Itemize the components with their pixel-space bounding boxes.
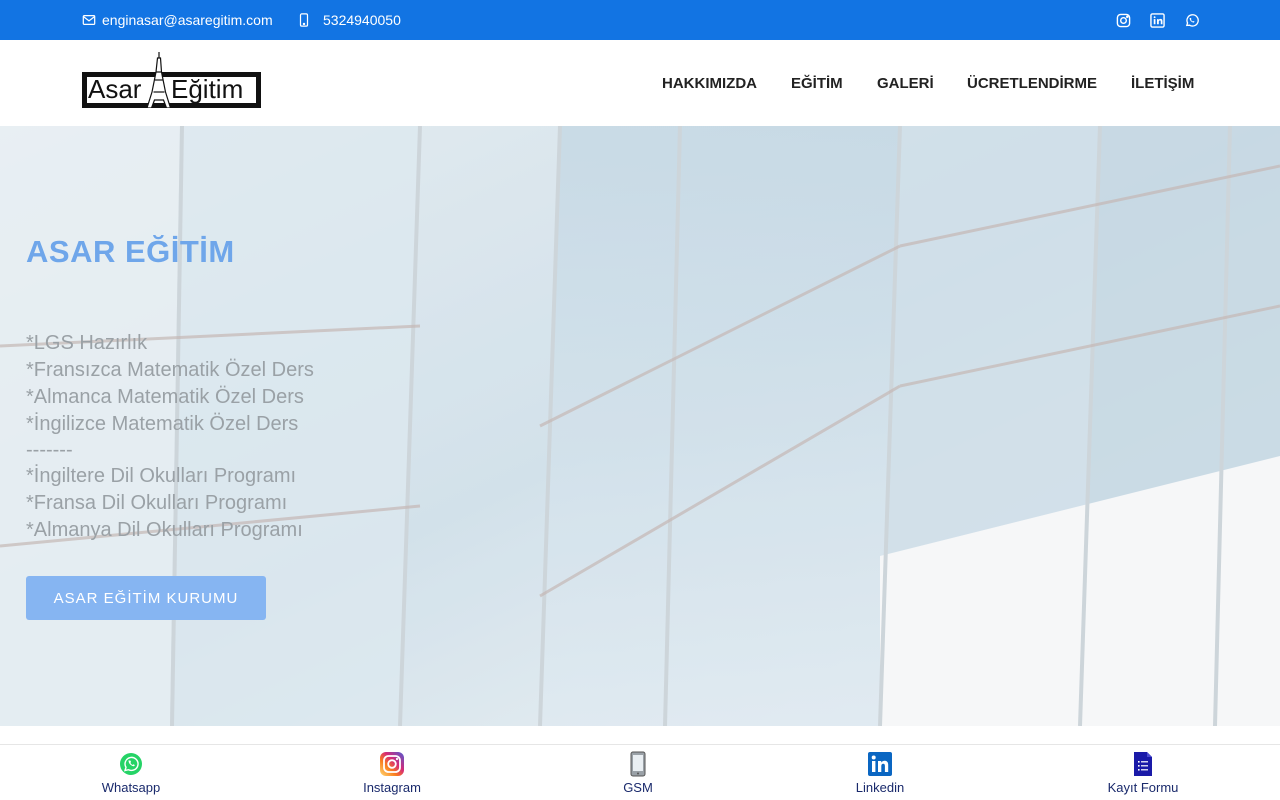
- bottom-gsm-button[interactable]: GSM: [568, 751, 708, 799]
- whatsapp-icon[interactable]: [1182, 11, 1200, 29]
- site-header: Asar Eğitim HAKKIMIZDA EĞİTİM GALERİ ÜCR…: [0, 40, 1280, 126]
- mobile-icon: [299, 13, 309, 27]
- bottom-item-label: Whatsapp: [101, 780, 161, 795]
- form-icon: [1130, 751, 1156, 777]
- email-link[interactable]: enginasar@asaregitim.com: [82, 0, 273, 40]
- bottom-item-label: GSM: [623, 780, 653, 795]
- nav-ucretlendirme[interactable]: ÜCRETLENDİRME: [967, 40, 1097, 126]
- logo-word-right: Eğitim: [171, 74, 244, 104]
- hero-section: ASAR EĞİTİM *LGS Hazırlık *Fransızca Mat…: [0, 126, 1280, 726]
- nav-iletisim[interactable]: İLETİŞİM: [1131, 40, 1194, 126]
- bottom-registration-form-button[interactable]: Kayıt Formu: [1073, 751, 1213, 799]
- hero-line: *Fransızca Matematik Özel Ders: [26, 359, 314, 381]
- hero-line: *İngiltere Dil Okulları Programı: [26, 465, 297, 487]
- phone-link[interactable]: 5324940050: [297, 0, 401, 40]
- top-bar: enginasar@asaregitim.com 5324940050: [0, 0, 1280, 40]
- hero-title: ASAR EĞİTİM: [26, 234, 235, 269]
- logo-word-left: Asar: [88, 74, 142, 104]
- phone-icon: [625, 751, 651, 777]
- nav-hakkimizda[interactable]: HAKKIMIZDA: [662, 40, 757, 126]
- hero-line: *Almanca Matematik Özel Ders: [26, 386, 304, 408]
- bottom-linkedin-button[interactable]: Linkedin: [810, 751, 950, 799]
- bottom-instagram-button[interactable]: Instagram: [322, 751, 462, 799]
- instagram-icon[interactable]: [1114, 11, 1132, 29]
- bottom-item-label: Kayıt Formu: [1107, 780, 1179, 795]
- linkedin-icon[interactable]: [1148, 11, 1166, 29]
- envelope-icon: [82, 15, 96, 25]
- bottom-item-label: Instagram: [363, 780, 421, 795]
- phone-text: 5324940050: [323, 12, 401, 28]
- whatsapp-icon: [118, 751, 144, 777]
- site-logo[interactable]: Asar Eğitim: [82, 52, 261, 108]
- hero-line: *Almanya Dil Okulları Programı: [26, 519, 303, 541]
- hero-divider-line: -------: [26, 439, 73, 461]
- nav-galeri[interactable]: GALERİ: [877, 40, 934, 126]
- bottom-item-label: Linkedin: [855, 780, 905, 795]
- linkedin-icon: [867, 751, 893, 777]
- bottom-contact-bar: Whatsapp Instagram GSM Linkedin Kayıt Fo…: [0, 744, 1280, 800]
- hero-line: *Fransa Dil Okulları Programı: [26, 492, 288, 514]
- nav-egitim[interactable]: EĞİTİM: [791, 40, 843, 126]
- hero-cta-button[interactable]: ASAR EĞİTİM KURUMU: [26, 576, 266, 620]
- email-text: enginasar@asaregitim.com: [102, 12, 273, 28]
- bottom-whatsapp-button[interactable]: Whatsapp: [61, 751, 201, 799]
- instagram-icon: [379, 751, 405, 777]
- hero-line: *İngilizce Matematik Özel Ders: [26, 413, 299, 435]
- hero-line: *LGS Hazırlık: [26, 332, 148, 354]
- eiffel-tower-icon: [146, 52, 172, 108]
